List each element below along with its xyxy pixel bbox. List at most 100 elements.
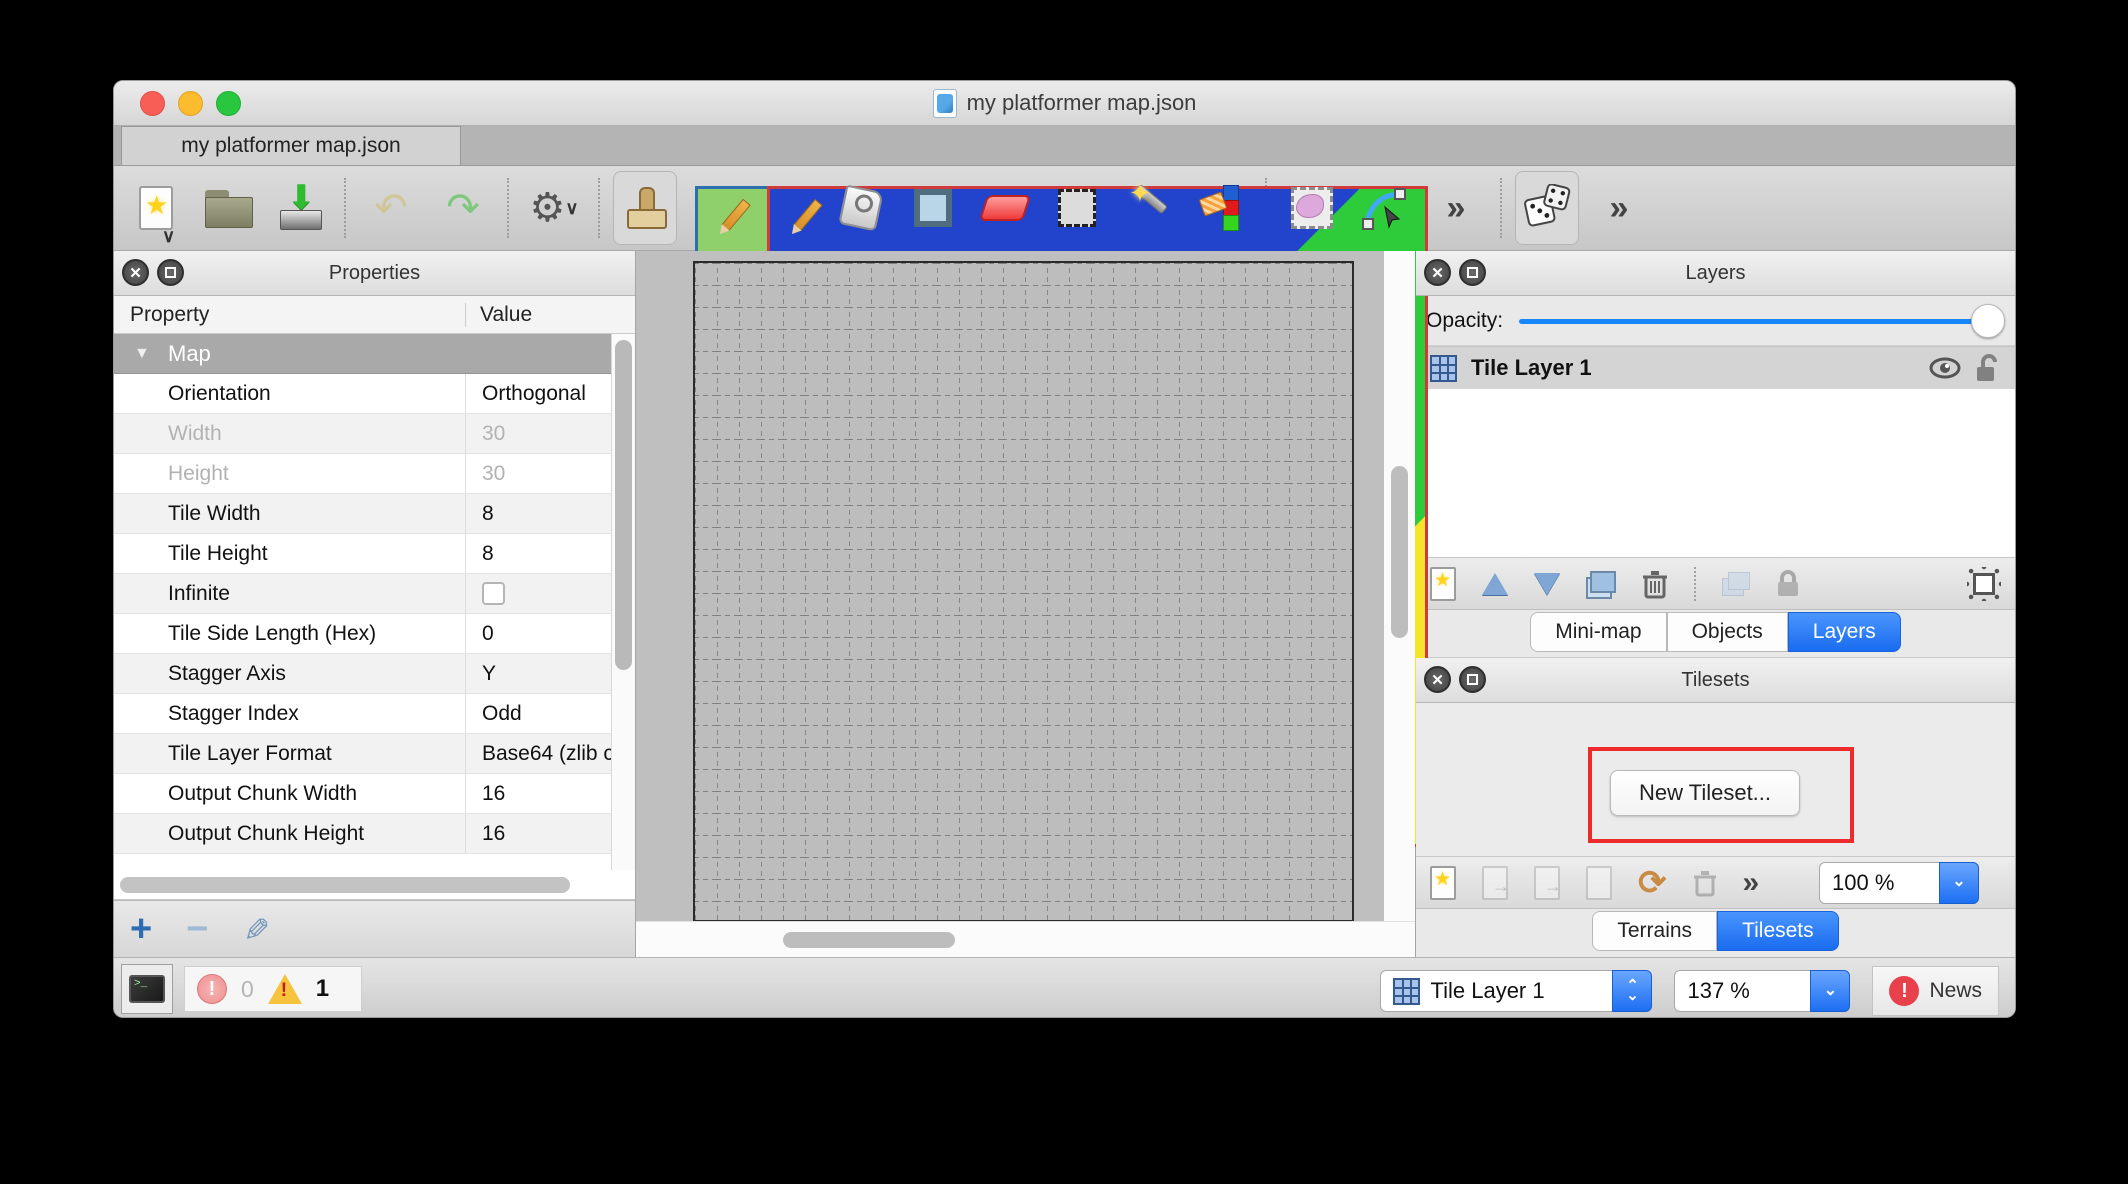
delete-tileset-trash-icon[interactable] xyxy=(1693,869,1717,897)
edit-tileset-icon[interactable] xyxy=(1586,866,1612,900)
minimize-window-button[interactable] xyxy=(178,91,203,116)
property-column-header[interactable]: Property xyxy=(114,303,466,327)
more-toolbar-button[interactable]: » xyxy=(1587,171,1651,245)
news-button[interactable]: ! News xyxy=(1872,966,1999,1016)
tile-map-grid[interactable] xyxy=(693,261,1354,922)
app-window: my platformer map.json my platformer map… xyxy=(113,80,2016,1018)
table-row[interactable]: OrientationOrthogonal xyxy=(114,374,635,414)
table-row[interactable]: Output Chunk Width16 xyxy=(114,774,635,814)
bucket-icon xyxy=(838,184,883,231)
zoom-window-button[interactable] xyxy=(216,91,241,116)
table-row[interactable]: Tile Height8 xyxy=(114,534,635,574)
tile-layer-icon xyxy=(1430,355,1457,382)
stamp-brush-tool[interactable] xyxy=(613,171,677,245)
close-panel-icon[interactable]: ✕ xyxy=(1424,666,1451,693)
shape-fill-tool[interactable] xyxy=(901,171,965,245)
table-row[interactable]: Tile Width8 xyxy=(114,494,635,534)
lower-layer-icon[interactable] xyxy=(1534,573,1560,595)
current-layer-combo[interactable]: Tile Layer 1 ⌃⌄ xyxy=(1380,970,1652,1012)
document-tab[interactable]: my platformer map.json xyxy=(121,126,461,165)
map-zoom-combo[interactable]: 137 % ⌄ xyxy=(1674,970,1850,1012)
table-row[interactable]: Stagger AxisY xyxy=(114,654,635,694)
window-title: my platformer map.json xyxy=(967,90,1197,116)
terrain-brush-tool[interactable] xyxy=(685,171,749,245)
table-row[interactable]: Stagger IndexOdd xyxy=(114,694,635,734)
delete-layer-trash-icon[interactable] xyxy=(1642,569,1668,599)
redo-button[interactable]: ↷ xyxy=(431,171,495,245)
collapse-triangle-icon[interactable]: ▼ xyxy=(134,345,150,363)
properties-vertical-scrollbar[interactable] xyxy=(611,334,635,900)
alerts-group[interactable]: ! 0 1 xyxy=(184,966,362,1012)
automap-button[interactable]: ⚙∨ xyxy=(522,171,586,245)
table-row[interactable]: Tile Layer FormatBase64 (zlib compressed… xyxy=(114,734,635,774)
save-button[interactable] xyxy=(268,171,332,245)
remove-property-button[interactable]: − xyxy=(186,908,208,951)
undo-button[interactable]: ↶ xyxy=(359,171,423,245)
dropdown-chevron-icon[interactable]: ⌄ xyxy=(1810,970,1850,1012)
rectangular-select-tool[interactable] xyxy=(1045,171,1109,245)
refresh-tileset-icon[interactable]: ⟳ xyxy=(1638,863,1667,903)
duplicate-layer-icon[interactable] xyxy=(1586,571,1616,597)
tab-layers[interactable]: Layers xyxy=(1788,612,1901,652)
tab-terrains[interactable]: Terrains xyxy=(1592,911,1717,951)
lock-layers-icon[interactable] xyxy=(1776,570,1800,598)
close-panel-icon[interactable]: ✕ xyxy=(1424,259,1451,286)
show-other-layers-icon[interactable] xyxy=(1722,572,1750,596)
value-column-header[interactable]: Value xyxy=(466,303,532,327)
tab-objects[interactable]: Objects xyxy=(1667,612,1788,652)
select-same-tile-tool[interactable] xyxy=(1189,171,1253,245)
open-file-button[interactable] xyxy=(196,171,260,245)
dropdown-chevron-icon[interactable]: ⌄ xyxy=(1939,862,1979,904)
table-row[interactable]: Infinite xyxy=(114,574,635,614)
unlocked-padlock-icon[interactable] xyxy=(1975,353,2001,383)
raise-layer-icon[interactable] xyxy=(1482,573,1508,595)
tileset-zoom-value: 100 % xyxy=(1819,862,1939,904)
close-window-button[interactable] xyxy=(140,91,165,116)
layer-spinner[interactable]: ⌃⌄ xyxy=(1612,970,1652,1012)
properties-horizontal-scrollbar[interactable] xyxy=(114,870,635,900)
close-panel-icon[interactable]: ✕ xyxy=(122,259,149,286)
table-row[interactable]: Width30 xyxy=(114,414,635,454)
tab-tilesets[interactable]: Tilesets xyxy=(1717,911,1839,951)
wang-brush-tool[interactable] xyxy=(757,171,821,245)
visibility-eye-icon[interactable] xyxy=(1929,356,1961,380)
infinite-checkbox[interactable] xyxy=(482,582,505,605)
more-tools-button[interactable]: » xyxy=(1424,171,1488,245)
float-panel-icon[interactable] xyxy=(157,259,184,286)
add-property-button[interactable]: + xyxy=(130,908,152,951)
edit-property-button[interactable]: ✎ xyxy=(237,916,275,943)
document-tab-bar: my platformer map.json xyxy=(114,126,2015,166)
magic-wand-tool[interactable] xyxy=(1117,171,1181,245)
canvas-vertical-scrollbar[interactable] xyxy=(1384,251,1415,921)
traffic-lights xyxy=(140,91,241,116)
layer-row-selected[interactable]: Tile Layer 1 xyxy=(1416,347,2015,389)
edit-polygons-tool[interactable] xyxy=(1352,171,1416,245)
bucket-fill-tool[interactable] xyxy=(829,171,893,245)
canvas-horizontal-scrollbar[interactable] xyxy=(636,921,1415,957)
map-canvas[interactable] xyxy=(636,251,1415,957)
slider-handle[interactable] xyxy=(1971,304,2005,338)
table-row[interactable]: Output Chunk Height16 xyxy=(114,814,635,854)
select-objects-tool[interactable] xyxy=(1280,171,1344,245)
tab-mini-map[interactable]: Mini-map xyxy=(1530,612,1666,652)
opacity-slider[interactable] xyxy=(1519,303,2005,339)
table-row[interactable]: Height30 xyxy=(114,454,635,494)
console-button[interactable]: >_ xyxy=(121,964,173,1014)
import-tileset-icon[interactable]: → xyxy=(1482,866,1508,900)
map-group-row[interactable]: ▼Map xyxy=(114,334,635,374)
tileset-zoom-combo[interactable]: 100 % ⌄ xyxy=(1819,862,1979,904)
eraser-tool[interactable] xyxy=(973,171,1037,245)
chevron-more-icon: » xyxy=(1447,191,1466,225)
export-tileset-icon[interactable]: → xyxy=(1534,866,1560,900)
float-panel-icon[interactable] xyxy=(1459,259,1486,286)
highlight-current-layer-icon[interactable] xyxy=(1967,567,2001,601)
new-tileset-button[interactable]: New Tileset... xyxy=(1610,770,1800,816)
chevron-more-icon[interactable]: » xyxy=(1743,868,1760,898)
new-map-button[interactable]: ★∨ xyxy=(124,171,188,245)
new-layer-button[interactable]: ★ xyxy=(1430,567,1456,601)
new-tileset-toolbar-button[interactable]: ★ xyxy=(1430,866,1456,900)
toolbar-separator xyxy=(598,178,601,238)
table-row[interactable]: Tile Side Length (Hex)0 xyxy=(114,614,635,654)
float-panel-icon[interactable] xyxy=(1459,666,1486,693)
random-mode-toggle[interactable] xyxy=(1515,171,1579,245)
